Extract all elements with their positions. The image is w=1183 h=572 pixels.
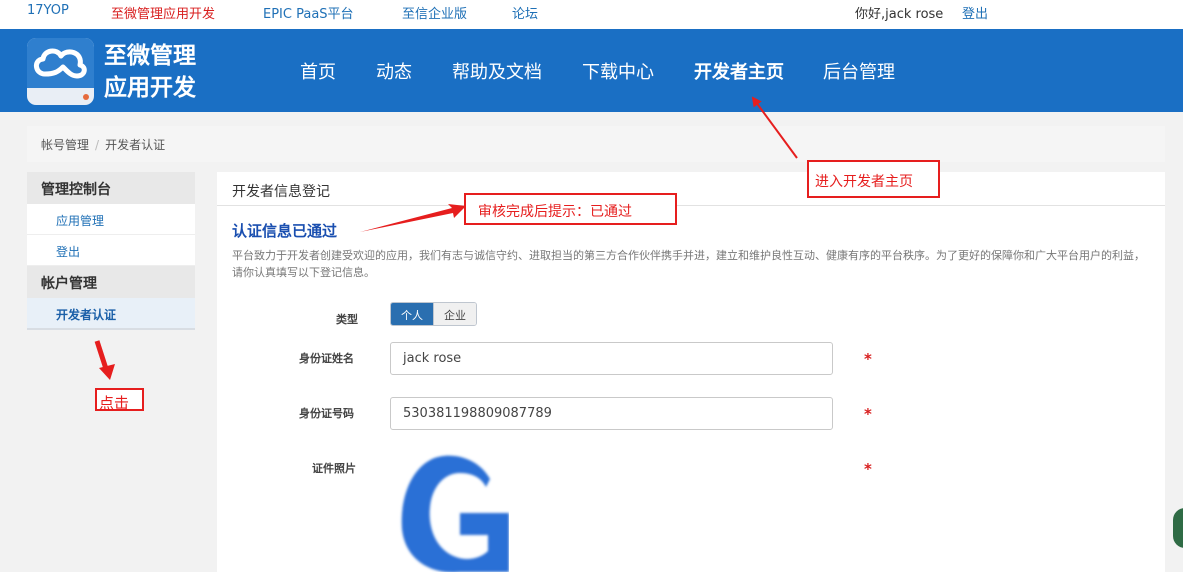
annotation-click: 点击 <box>95 388 144 412</box>
id-photo-image[interactable] <box>390 451 509 572</box>
annotation-developer-home: 进入开发者主页 <box>807 160 940 198</box>
logo-line1: 至微管理 <box>104 43 196 69</box>
developer-registration-panel: 开发者信息登记 认证信息已通过 平台致力于开发者创建受欢迎的应用，我们有志与诚信… <box>217 172 1165 572</box>
status-message: 认证信息已通过 <box>232 222 338 240</box>
logo-dot <box>83 94 89 100</box>
nav-admin[interactable]: 后台管理 <box>823 58 895 84</box>
required-mark-name: * <box>864 350 872 368</box>
type-option-enterprise[interactable]: 企业 <box>433 303 476 325</box>
link-epic-paas[interactable]: EPIC PaaS平台 <box>263 3 354 22</box>
arrow-to-sidebar-item <box>94 340 110 373</box>
sidebar-item-logout[interactable]: 登出 <box>27 235 195 266</box>
link-forum[interactable]: 论坛 <box>512 3 538 22</box>
site-header: 至微管理 应用开发 首页 动态 帮助及文档 下载中心 开发者主页 后台管理 <box>0 29 1183 112</box>
letter-g-image <box>401 455 509 572</box>
breadcrumb: 帐号管理 / 开发者认证 <box>27 126 1165 162</box>
top-links-bar: 17YOP 至微管理应用开发 EPIC PaaS平台 至信企业版 论坛 你好,j… <box>0 0 1183 29</box>
nav-news[interactable]: 动态 <box>376 58 412 84</box>
floating-widget-button[interactable] <box>1173 508 1183 548</box>
nav-help-docs[interactable]: 帮助及文档 <box>452 58 542 84</box>
link-17yop[interactable]: 17YOP <box>27 3 69 18</box>
cloud-icon <box>34 48 87 79</box>
nav-home[interactable]: 首页 <box>300 58 336 84</box>
logo[interactable] <box>27 38 94 105</box>
sidebar: 管理控制台 应用管理 登出 帐户管理 开发者认证 <box>27 172 195 330</box>
id-photo-label: 证件照片 <box>312 462 356 475</box>
user-greeting: 你好,jack rose <box>855 7 944 22</box>
breadcrumb-developer-cert: 开发者认证 <box>105 138 166 152</box>
logout-link[interactable]: 登出 <box>962 3 988 22</box>
link-zhiwei[interactable]: 至微管理应用开发 <box>111 3 215 22</box>
type-label: 类型 <box>336 313 358 326</box>
annotation-audit-done: 审核完成后提示：已通过 <box>464 193 677 225</box>
breadcrumb-account[interactable]: 帐号管理 <box>41 138 89 152</box>
arrow-head-click <box>99 364 115 380</box>
logo-line2: 应用开发 <box>104 75 196 101</box>
type-option-personal[interactable]: 个人 <box>391 303 433 325</box>
link-enterprise[interactable]: 至信企业版 <box>402 3 467 22</box>
id-name-label: 身份证姓名 <box>299 352 354 365</box>
type-toggle: 个人 企业 <box>390 302 477 326</box>
logo-text[interactable]: 至微管理 应用开发 <box>104 40 196 104</box>
id-name-input[interactable]: jack rose <box>390 342 833 375</box>
description-text: 平台致力于开发者创建受欢迎的应用，我们有志与诚信守约、进取担当的第三方合作伙伴携… <box>232 249 1145 279</box>
id-number-label: 身份证号码 <box>299 407 354 420</box>
nav-downloads[interactable]: 下载中心 <box>582 58 654 84</box>
sidebar-group-console: 管理控制台 <box>27 172 195 204</box>
sidebar-group-account: 帐户管理 <box>27 266 195 298</box>
sidebar-item-developer-cert[interactable]: 开发者认证 <box>27 298 195 330</box>
id-number-input[interactable]: 530381198809087789 <box>390 397 833 430</box>
required-mark-id: * <box>864 405 872 423</box>
required-mark-photo: * <box>864 460 872 478</box>
breadcrumb-separator: / <box>95 138 100 152</box>
sidebar-item-app-management[interactable]: 应用管理 <box>27 204 195 235</box>
nav-developer-home[interactable]: 开发者主页 <box>694 58 784 84</box>
panel-title: 开发者信息登记 <box>217 172 1165 206</box>
